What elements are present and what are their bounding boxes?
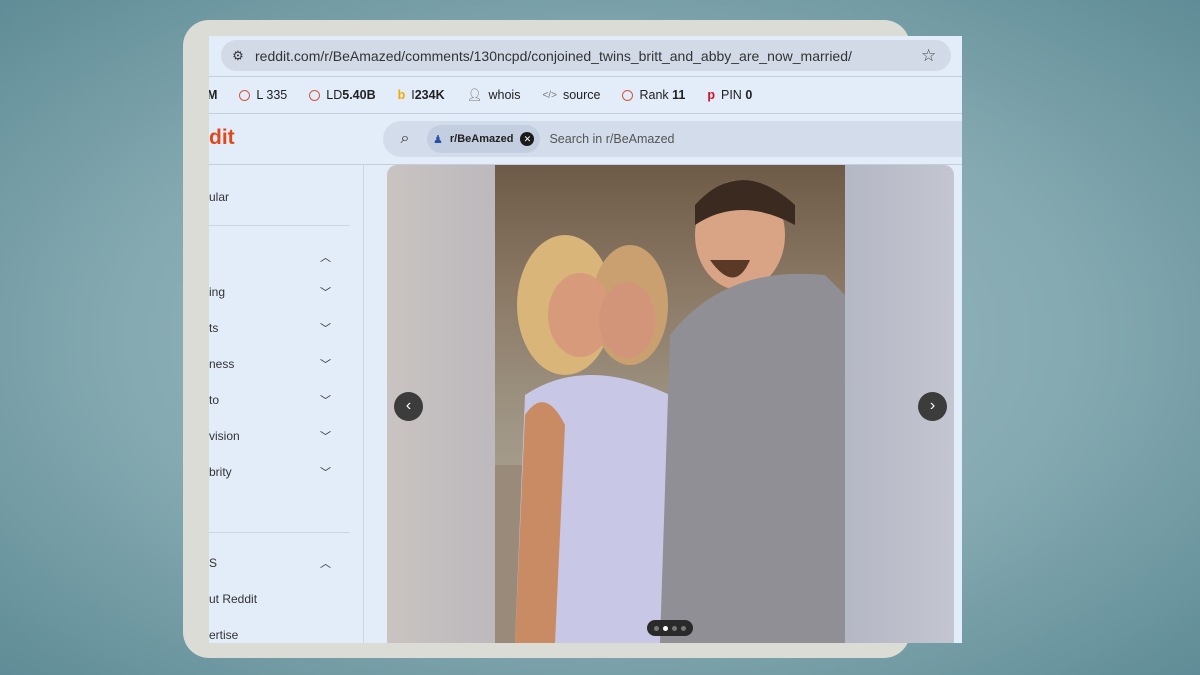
chevron-down-icon[interactable]: ﹀ bbox=[320, 356, 331, 372]
page-dot[interactable] bbox=[681, 625, 686, 631]
previous-image-button[interactable]: ‹ bbox=[394, 392, 423, 421]
person-icon: 👤︎ bbox=[466, 87, 483, 102]
ext-whois[interactable]: 👤︎ whois bbox=[467, 88, 521, 103]
chevron-down-icon[interactable]: ﹀ bbox=[320, 320, 331, 336]
chip-label: r/BeAmazed bbox=[449, 133, 514, 145]
sidebar-item[interactable]: ut Reddit bbox=[209, 592, 327, 606]
search-bar[interactable]: ⌕ ♟ r/BeAmazed ✕ Search in r/BeAmazed bbox=[383, 121, 962, 157]
sidebar-section[interactable]: S bbox=[209, 556, 327, 570]
chevron-up-icon[interactable]: ︿ bbox=[320, 249, 331, 265]
ext-label: whois bbox=[488, 88, 521, 102]
sidebar-item[interactable]: brity bbox=[209, 465, 327, 479]
divider bbox=[209, 225, 350, 226]
ext-source[interactable]: </> source bbox=[542, 88, 600, 102]
sidebar-item[interactable]: ular bbox=[209, 190, 327, 204]
reddit-header: dit ⌕ ♟ r/BeAmazed ✕ Search in r/BeAmaze… bbox=[209, 114, 962, 164]
divider bbox=[209, 532, 350, 533]
ext-value: 11 bbox=[672, 88, 686, 102]
ext-m[interactable]: M bbox=[209, 88, 217, 102]
sidebar-item[interactable]: to bbox=[209, 393, 327, 407]
ring-icon bbox=[239, 89, 251, 101]
chevron-down-icon[interactable]: ﹀ bbox=[320, 428, 331, 444]
ext-ld[interactable]: LD5.40B bbox=[309, 88, 376, 102]
sidebar-item[interactable]: ness bbox=[209, 357, 327, 371]
chevron-down-icon[interactable]: ﹀ bbox=[320, 284, 331, 300]
ext-pin[interactable]: p PIN 0 bbox=[707, 88, 752, 102]
ring-icon bbox=[309, 89, 321, 101]
bing-icon: b bbox=[397, 88, 406, 102]
ring-icon bbox=[622, 89, 634, 101]
wedding-photo bbox=[495, 180, 845, 643]
sidebar-item[interactable]: ts bbox=[209, 321, 327, 335]
ext-l[interactable]: L 335 bbox=[239, 88, 287, 102]
reddit-logo[interactable]: dit bbox=[209, 126, 235, 150]
subreddit-chip[interactable]: ♟ r/BeAmazed ✕ bbox=[427, 125, 541, 153]
sidebar-item[interactable]: ertise bbox=[209, 628, 327, 642]
search-icon: ⌕ bbox=[400, 130, 410, 147]
sidebar-item[interactable]: vision bbox=[209, 429, 327, 443]
next-image-button[interactable]: › bbox=[918, 392, 947, 421]
ext-value: 335 bbox=[266, 88, 288, 102]
image-carousel: ‹ › bbox=[387, 165, 954, 643]
ext-label: L bbox=[256, 88, 263, 102]
page-dot[interactable] bbox=[672, 625, 677, 631]
ext-label: PIN bbox=[721, 88, 742, 102]
code-icon: </> bbox=[542, 89, 557, 101]
chevron-down-icon[interactable]: ﹀ bbox=[320, 392, 331, 408]
subreddit-icon: ♟ bbox=[433, 133, 443, 146]
post-image bbox=[495, 165, 845, 643]
ext-label: LD bbox=[326, 88, 343, 102]
sidebar-item[interactable]: ing bbox=[209, 285, 327, 299]
ext-label: source bbox=[562, 88, 601, 102]
tune-icon[interactable]: ⚙ bbox=[221, 48, 255, 64]
chevron-down-icon[interactable]: ﹀ bbox=[320, 464, 331, 480]
divider bbox=[209, 76, 962, 77]
ext-bing[interactable]: b I234K bbox=[398, 88, 445, 102]
close-icon[interactable]: ✕ bbox=[520, 132, 535, 146]
ext-value: 0 bbox=[745, 88, 753, 102]
url-text[interactable]: reddit.com/r/BeAmazed/comments/130ncpd/c… bbox=[255, 48, 921, 64]
carousel-pagination bbox=[647, 620, 693, 636]
pinterest-icon: p bbox=[707, 88, 715, 102]
address-bar[interactable]: ⚙ reddit.com/r/BeAmazed/comments/130ncpd… bbox=[221, 40, 951, 71]
browser-window: ⚙ reddit.com/r/BeAmazed/comments/130ncpd… bbox=[209, 36, 962, 643]
extension-toolbar: M L 335 LD5.40B b I234K 👤︎ whois </> source… bbox=[209, 79, 774, 111]
ext-value: 234K bbox=[414, 88, 445, 102]
chevron-up-icon[interactable]: ︿ bbox=[320, 555, 331, 571]
star-icon[interactable]: ☆ bbox=[921, 46, 951, 66]
ext-value: 5.40B bbox=[342, 88, 376, 102]
page-dot-active[interactable] bbox=[663, 625, 668, 631]
search-input[interactable]: Search in r/BeAmazed bbox=[549, 132, 674, 146]
page-dot[interactable] bbox=[654, 625, 659, 631]
ext-label: Rank bbox=[639, 88, 669, 102]
ext-rank[interactable]: Rank 11 bbox=[622, 88, 685, 102]
sidebar: ular ︿ ing ﹀ ts ﹀ ness ﹀ to ﹀ vision ﹀ brity ﹀… bbox=[209, 165, 364, 643]
